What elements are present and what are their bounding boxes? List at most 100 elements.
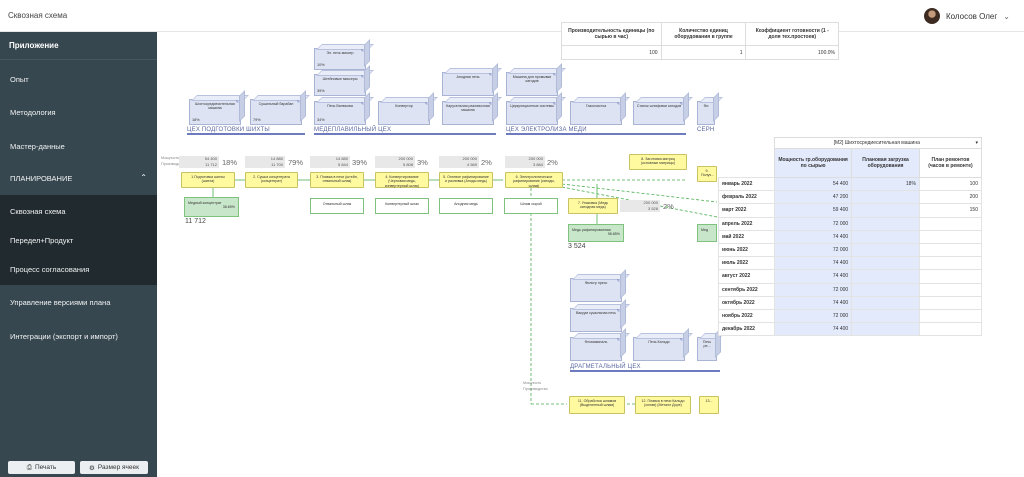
sidebar-item-master-data[interactable]: Мастер-данные — [0, 142, 157, 151]
sidebar-item-plan-versions[interactable]: Управление версиями плана — [0, 298, 157, 307]
product-output[interactable]: Мед — [697, 224, 717, 242]
link-icon[interactable]: ✎ — [553, 72, 556, 78]
capacity-cell[interactable]: 59 400 — [773, 203, 853, 218]
process-step[interactable]: 9. Получ... — [697, 166, 717, 182]
repair-cell[interactable] — [918, 256, 983, 271]
link-icon[interactable]: ✎ — [617, 278, 620, 284]
capacity-cell[interactable]: 74 400 — [773, 295, 853, 310]
repair-cell[interactable] — [918, 295, 983, 310]
capacity-cell[interactable]: 74 400 — [773, 322, 853, 337]
chevron-down-icon[interactable]: ⌄ — [1003, 12, 1010, 21]
param-cell[interactable]: 100 — [561, 45, 662, 60]
capacity-cell[interactable]: 74 400 — [773, 269, 853, 284]
repair-cell[interactable] — [918, 216, 983, 231]
sidebar-item-integrations[interactable]: Интеграции (экспорт и импорт) — [0, 332, 157, 341]
capacity-cell[interactable]: 72 000 — [773, 242, 853, 258]
sidebar-item-approval[interactable]: Процесс согласования — [0, 255, 157, 285]
link-icon[interactable]: ✎ — [361, 48, 364, 54]
equipment-selector[interactable]: [М2] Шихтосредиесительная машина ▾ — [774, 137, 982, 149]
equipment-box[interactable]: Печь Кальдо ✎ — [633, 337, 685, 361]
sidebar-item-methodology[interactable]: Методология — [0, 108, 157, 117]
link-icon[interactable]: ✎ — [553, 101, 556, 107]
product-output[interactable]: Конвертерный шлак — [375, 198, 429, 214]
cell-size-button[interactable]: ⚙ Размер ячеек — [80, 461, 148, 474]
equipment-box[interactable]: Карусельная разливочная машина ✎ — [442, 101, 494, 125]
equipment-box[interactable]: Циркуляционные системы ✎ — [506, 101, 558, 125]
load-cell[interactable] — [851, 322, 920, 337]
process-step[interactable]: 3. Плавка в печи (штейн, отвальный шлак) — [310, 172, 364, 188]
product-output[interactable]: Анодная медь — [439, 198, 493, 214]
chevron-down-icon[interactable]: ▾ — [975, 140, 978, 146]
load-cell[interactable]: 18% — [851, 176, 920, 192]
process-step[interactable]: 2. Сушка концентрата (концентрат) — [245, 172, 298, 188]
process-step[interactable]: 11. Обработка шламов (Выделенный шлам) — [569, 396, 625, 414]
repair-cell[interactable] — [918, 282, 983, 297]
link-icon[interactable]: ✎ — [236, 99, 239, 105]
sidebar-item-flow-scheme[interactable]: Сквозная схема — [0, 195, 157, 225]
link-icon[interactable]: ✎ — [425, 101, 428, 107]
repair-cell[interactable] — [918, 308, 983, 324]
equipment-box[interactable]: Фломакиналь ✎ — [570, 337, 622, 361]
capacity-cell[interactable]: 72 000 — [773, 216, 853, 231]
link-icon[interactable]: ✎ — [361, 74, 364, 80]
load-cell[interactable] — [851, 216, 920, 231]
equipment-box[interactable]: Печь ре... — [697, 337, 717, 361]
chevron-up-icon[interactable]: ⌃ — [140, 173, 147, 182]
avatar[interactable] — [923, 8, 940, 24]
equipment-box[interactable]: Газоочистка ✎ — [570, 101, 622, 125]
repair-cell[interactable] — [918, 269, 983, 284]
param-cell[interactable]: 100.0% — [745, 45, 839, 60]
link-icon[interactable]: ✎ — [361, 101, 364, 107]
product-output[interactable]: Отвальный шлак — [310, 198, 364, 214]
equipment-box[interactable]: Фи — [697, 101, 715, 125]
equipment-box[interactable]: Шихтосредиесительная машина 18% ✎ — [189, 99, 241, 125]
capacity-cell[interactable]: 74 400 — [773, 256, 853, 271]
equipment-box[interactable]: Конвертор ✎ — [378, 101, 430, 125]
print-button[interactable]: ⎙ Печать — [8, 461, 75, 474]
capacity-cell[interactable]: 74 400 — [773, 229, 853, 244]
product-output[interactable]: Медь рафинированная 98.85% — [568, 224, 624, 242]
sidebar-item-experience[interactable]: Опыт — [0, 75, 157, 84]
link-icon[interactable]: ✎ — [617, 337, 620, 343]
sidebar-section-planning[interactable]: ПЛАНИРОВАНИЕ ⌃ — [0, 173, 157, 195]
equipment-box[interactable]: Вакуум сушильная печь ✎ — [570, 308, 622, 332]
link-icon[interactable]: ✎ — [680, 337, 683, 343]
process-step[interactable]: 13... — [699, 396, 719, 414]
equipment-box[interactable]: Станок шлифовки катодов ✎ — [633, 101, 685, 125]
product-output[interactable]: Шлам сырой — [504, 198, 558, 214]
load-cell[interactable] — [851, 242, 920, 258]
process-step[interactable]: 7. Упаковка (Медь катодная медь) — [568, 198, 618, 214]
repair-cell[interactable] — [918, 229, 983, 244]
process-step[interactable]: 8. Заготовка матриц (основные матрицы) — [629, 154, 687, 170]
link-icon[interactable]: ✎ — [489, 101, 492, 107]
process-step[interactable]: 1.Подготовка шихты (шихта) — [181, 172, 235, 188]
process-step[interactable]: 5. Огневое рафинирование и разливка (Ано… — [439, 172, 493, 188]
link-icon[interactable]: ✎ — [617, 308, 620, 314]
param-cell[interactable]: 1 — [660, 45, 747, 60]
load-cell[interactable] — [851, 295, 920, 310]
repair-cell[interactable]: 100 — [918, 176, 983, 192]
repair-cell[interactable]: 150 — [918, 203, 983, 218]
equipment-box[interactable]: Анодная печь ✎ — [442, 72, 494, 96]
repair-cell[interactable] — [918, 242, 983, 258]
repair-cell[interactable] — [918, 322, 983, 337]
equipment-box[interactable]: Сушильный барабан 79% ✎ — [250, 99, 302, 125]
capacity-cell[interactable]: 47 200 — [773, 190, 853, 205]
link-icon[interactable]: ✎ — [297, 99, 300, 105]
process-step[interactable]: 4. Конвертирование (Черновая медь, конве… — [375, 172, 429, 188]
capacity-cell[interactable]: 54 400 — [773, 176, 853, 192]
link-icon[interactable]: ✎ — [680, 101, 683, 107]
load-cell[interactable] — [851, 308, 920, 324]
capacity-cell[interactable]: 72 000 — [773, 282, 853, 297]
repair-cell[interactable]: 200 — [918, 190, 983, 205]
link-icon[interactable]: ✎ — [489, 72, 492, 78]
sidebar-item-stage-product[interactable]: Передел+Продукт — [0, 225, 157, 255]
equipment-box[interactable]: Эл. печь миксер 10% ✎ — [314, 48, 366, 70]
load-cell[interactable] — [851, 203, 920, 218]
equipment-box[interactable]: Штейновые миксеры 39% ✎ — [314, 74, 366, 96]
load-cell[interactable] — [851, 282, 920, 297]
capacity-cell[interactable]: 72 000 — [773, 308, 853, 324]
process-step[interactable]: 12. Плавка в печи Кальдо (сплав) (Металл… — [635, 396, 691, 414]
equipment-box[interactable]: Фильтр пресс ✎ — [570, 278, 622, 302]
equipment-box[interactable]: Печь Ванюкова 34% ✎ — [314, 101, 366, 125]
